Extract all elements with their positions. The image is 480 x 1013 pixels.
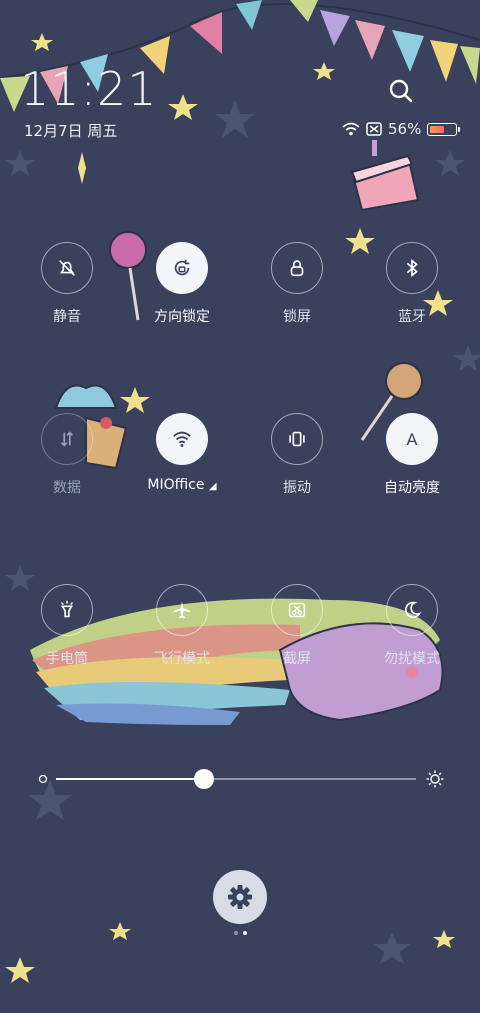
brightness-thumb[interactable] — [193, 769, 214, 789]
expand-corner-icon[interactable]: ◢ — [209, 481, 217, 492]
tile-lock-screen-label: 锁屏 — [283, 309, 311, 325]
tile-mute-button[interactable] — [41, 242, 93, 294]
tile-vibrate-button[interactable] — [271, 413, 323, 465]
brightness-slider[interactable] — [36, 769, 446, 789]
brightness-fill — [56, 778, 204, 780]
tile-do-not-disturb[interactable]: 勿扰模式 — [357, 584, 467, 668]
tile-wifi-label: MIOffice ◢ — [127, 477, 237, 493]
brightness-high-icon — [426, 770, 444, 788]
tile-flashlight[interactable]: 手电筒 — [12, 584, 122, 668]
data-arrows-icon — [60, 431, 74, 447]
scissors-icon — [288, 602, 306, 618]
tile-bluetooth-button[interactable] — [386, 242, 438, 294]
tile-lock-screen[interactable]: 锁屏 — [242, 242, 352, 326]
status-bar-right: 56% — [342, 120, 461, 138]
vibrate-icon — [289, 431, 305, 447]
gear-icon — [228, 885, 252, 909]
flashlight-icon — [60, 600, 74, 618]
tile-rotation-lock-button[interactable] — [156, 242, 208, 294]
page-dot-active — [243, 931, 247, 935]
tile-auto-brightness[interactable]: A 自动亮度 — [357, 413, 467, 497]
moon-icon — [404, 601, 422, 618]
search-icon[interactable] — [388, 78, 414, 104]
tile-mobile-data[interactable]: 数据 — [12, 413, 122, 497]
tile-rotation-lock[interactable]: 方向锁定 — [127, 242, 237, 326]
tile-airplane-mode-label: 飞行模式 — [154, 651, 210, 667]
status-clock: 11:21 — [20, 62, 158, 116]
page-indicator — [234, 931, 247, 935]
wifi-status-icon — [342, 122, 360, 136]
settings-button[interactable] — [213, 870, 267, 924]
tile-mute[interactable]: 静音 — [12, 242, 122, 326]
tile-wifi-button[interactable] — [156, 413, 208, 465]
tile-auto-brightness-label: 自动亮度 — [384, 480, 440, 496]
battery-percent: 56% — [388, 120, 422, 138]
tile-mobile-data-label: 数据 — [53, 480, 81, 496]
tile-rotation-lock-label: 方向锁定 — [154, 309, 210, 325]
lock-icon — [290, 260, 304, 277]
tile-vibrate-label: 振动 — [283, 480, 311, 496]
tile-flashlight-button[interactable] — [41, 584, 93, 636]
wifi-network-name: MIOffice — [147, 477, 205, 493]
tile-mute-label: 静音 — [53, 309, 81, 325]
tile-wifi[interactable]: MIOffice ◢ — [127, 413, 237, 493]
airplane-icon — [173, 601, 191, 619]
tile-auto-brightness-button[interactable]: A — [386, 413, 438, 465]
tile-airplane-mode-button[interactable] — [156, 584, 208, 636]
tile-do-not-disturb-label: 勿扰模式 — [384, 651, 440, 667]
brightness-low-icon — [38, 774, 48, 784]
tile-airplane-mode[interactable]: 飞行模式 — [127, 584, 237, 668]
page-dot — [234, 931, 238, 935]
status-date: 12月7日 周五 — [24, 122, 118, 140]
tile-bluetooth[interactable]: 蓝牙 — [357, 242, 467, 326]
tile-screenshot[interactable]: 截屏 — [242, 584, 352, 668]
wifi-icon — [173, 431, 191, 447]
tile-screenshot-label: 截屏 — [283, 651, 311, 667]
rotation-lock-icon — [174, 259, 190, 276]
wallpaper-illustration — [0, 0, 480, 983]
tile-do-not-disturb-button[interactable] — [386, 584, 438, 636]
tile-mobile-data-button[interactable] — [41, 413, 93, 465]
tile-bluetooth-label: 蓝牙 — [398, 309, 426, 325]
tile-lock-screen-button[interactable] — [271, 242, 323, 294]
tile-screenshot-button[interactable] — [271, 584, 323, 636]
battery-icon — [427, 122, 461, 136]
tile-flashlight-label: 手电筒 — [46, 651, 88, 667]
no-sim-icon — [366, 122, 382, 136]
auto-brightness-icon: A — [406, 429, 418, 449]
bluetooth-icon — [406, 258, 418, 278]
bell-off-icon — [59, 260, 75, 276]
tile-vibrate[interactable]: 振动 — [242, 413, 352, 497]
